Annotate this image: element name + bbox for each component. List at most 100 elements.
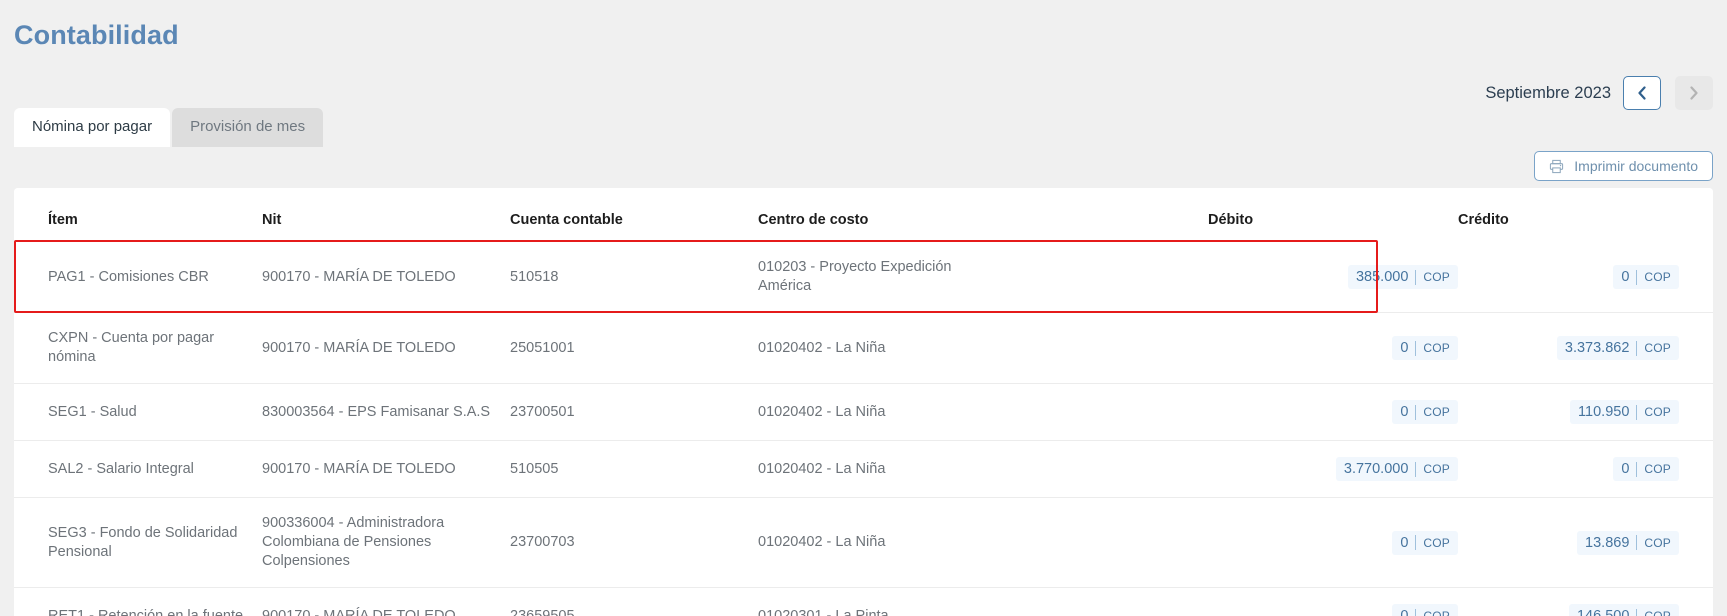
previous-month-button[interactable]	[1623, 76, 1661, 110]
cell-item: PAG1 - Comisiones CBR	[14, 242, 262, 313]
cell-cuenta-text: 23700703	[510, 534, 575, 550]
debito-amount-value: 0	[1400, 534, 1409, 551]
credito-amount-value: 146.500	[1576, 608, 1630, 616]
table-row[interactable]: SAL2 - Salario Integral 900170 - MARÍA DE…	[14, 440, 1713, 498]
cell-cuenta: 510505	[510, 440, 758, 498]
chevron-left-icon	[1638, 86, 1646, 100]
credito-amount: 110.950 COP	[1570, 400, 1679, 424]
debito-amount: 0 COP	[1392, 530, 1458, 555]
cell-item: RET1 - Retención en la fuente	[14, 587, 262, 616]
amount-separator	[1636, 404, 1638, 420]
tab-nomina-por-pagar[interactable]: Nómina por pagar	[14, 108, 171, 147]
cell-nit: 900170 - MARÍA DE TOLEDO	[262, 312, 510, 384]
credito-amount: 0 COP	[1613, 265, 1679, 289]
print-document-button[interactable]: Imprimir documento	[1534, 151, 1713, 181]
credito-amount: 0 COP	[1613, 457, 1679, 481]
cell-cuenta: 23700703	[510, 497, 758, 588]
credito-amount-value: 3.373.862	[1564, 340, 1630, 356]
cell-item: CXPN - Cuenta por pagar nómina	[14, 312, 262, 384]
cell-debito: 385.000 COP	[1208, 242, 1458, 313]
column-header-debito: Débito	[1208, 188, 1458, 242]
cell-credito: 146.500 COP	[1458, 587, 1713, 616]
cell-cuenta-text: 23700501	[510, 403, 575, 420]
cell-centro-text: 01020301 - La Pinta	[758, 607, 889, 616]
debito-amount-currency: COP	[1423, 609, 1450, 616]
debito-amount-currency: COP	[1423, 462, 1450, 476]
cell-debito: 3.770.000 COP	[1208, 440, 1458, 498]
page-title: Contabilidad	[14, 20, 179, 50]
cell-credito: 110.950 COP	[1458, 383, 1713, 441]
credito-amount: 13.869 COP	[1577, 530, 1679, 555]
credito-amount-currency: COP	[1644, 341, 1671, 355]
cell-centro-text: 01020402 - La Niña	[758, 403, 886, 420]
cell-nit: 830003564 - EPS Famisanar S.A.S	[262, 383, 510, 441]
credito-amount: 146.500 COP	[1568, 604, 1679, 616]
amount-separator	[1415, 404, 1417, 420]
cell-cuenta: 23700501	[510, 383, 758, 441]
cell-cuenta-text: 23659505	[510, 607, 575, 616]
debito-amount: 0 COP	[1392, 400, 1458, 424]
cell-debito: 0 COP	[1208, 497, 1458, 588]
accounting-page: Contabilidad Septiembre 2023 Nómina por …	[0, 0, 1727, 616]
credito-amount-value: 110.950	[1578, 404, 1630, 420]
cell-cuenta-text: 510518	[510, 268, 559, 285]
print-document-label: Imprimir documento	[1574, 158, 1698, 174]
debito-amount-currency: COP	[1423, 270, 1450, 284]
cell-item-text: SEG3 - Fondo de Solidaridad Pensional	[48, 524, 238, 560]
credito-amount-currency: COP	[1644, 405, 1671, 419]
table-header-row: Ítem Nit Cuenta contable Centro de costo…	[14, 188, 1713, 242]
tab-provision-de-mes[interactable]: Provisión de mes	[172, 108, 324, 147]
table-row[interactable]: RET1 - Retención en la fuente 900170 - MA…	[14, 587, 1713, 616]
cell-debito: 0 COP	[1208, 383, 1458, 441]
cell-centro-text: 010203 - Proyecto Expedición América	[758, 259, 952, 294]
debito-amount-value: 0	[1400, 340, 1409, 356]
month-navigator: Septiembre 2023	[1485, 76, 1713, 110]
debito-amount: 0 COP	[1392, 336, 1458, 360]
amount-separator	[1415, 535, 1417, 550]
credito-amount: 3.373.862 COP	[1556, 336, 1679, 360]
cell-centro-text: 01020402 - La Niña	[758, 339, 886, 356]
amount-separator	[1415, 269, 1417, 285]
table-row[interactable]: SEG3 - Fondo de Solidaridad Pensional 900…	[14, 497, 1713, 588]
column-header-centro: Centro de costo	[758, 188, 1208, 242]
cell-item-text: PAG1 - Comisiones CBR	[48, 268, 209, 285]
cell-cuenta: 510518	[510, 242, 758, 313]
credito-amount-value: 13.869	[1585, 534, 1630, 551]
cell-debito: 0 COP	[1208, 312, 1458, 384]
table-row[interactable]: SEG1 - Salud 830003564 - EPS Famisanar S.…	[14, 383, 1713, 441]
debito-amount-currency: COP	[1423, 341, 1450, 355]
tab-bar: Nómina por pagar Provisión de mes	[14, 108, 324, 147]
debito-amount: 3.770.000 COP	[1335, 457, 1458, 481]
table-row[interactable]: CXPN - Cuenta por pagar nómina 900170 - M…	[14, 312, 1713, 384]
cell-credito: 13.869 COP	[1458, 497, 1713, 588]
cell-credito: 0 COP	[1458, 242, 1713, 313]
table-row[interactable]: PAG1 - Comisiones CBR 900170 - MARÍA DE T…	[14, 242, 1713, 313]
debito-amount-value: 385.000	[1355, 269, 1409, 285]
cell-cuenta: 23659505	[510, 587, 758, 616]
printer-icon	[1550, 159, 1564, 173]
debito-amount: 0 COP	[1392, 604, 1458, 616]
column-header-item: Ítem	[14, 188, 262, 242]
cell-nit: 900170 - MARÍA DE TOLEDO	[262, 440, 510, 498]
amount-separator	[1636, 608, 1638, 616]
cell-item: SEG1 - Salud	[14, 383, 262, 441]
amount-separator	[1636, 340, 1638, 356]
debito-amount-value: 3.770.000	[1343, 461, 1409, 477]
next-month-button[interactable]	[1675, 76, 1713, 110]
amount-separator	[1415, 608, 1417, 616]
cell-nit: 900170 - MARÍA DE TOLEDO	[262, 587, 510, 616]
cell-nit-text: 900170 - MARÍA DE TOLEDO	[262, 268, 456, 285]
table-body: PAG1 - Comisiones CBR 900170 - MARÍA DE T…	[14, 242, 1713, 616]
cell-item-text: CXPN - Cuenta por pagar nómina	[48, 330, 215, 365]
amount-separator	[1415, 340, 1417, 356]
column-header-cuenta: Cuenta contable	[510, 188, 758, 242]
cell-cuenta: 25051001	[510, 312, 758, 384]
column-header-nit: Nit	[262, 188, 510, 242]
debito-amount-value: 0	[1400, 404, 1409, 420]
cell-centro-text: 01020402 - La Niña	[758, 460, 886, 477]
debito-amount-currency: COP	[1423, 405, 1450, 419]
credito-amount-currency: COP	[1644, 609, 1671, 616]
cell-nit-text: 900336004 - Administradora Colombiana de…	[262, 515, 445, 569]
table-head: Ítem Nit Cuenta contable Centro de costo…	[14, 188, 1713, 242]
cell-centro: 01020402 - La Niña	[758, 497, 1208, 588]
